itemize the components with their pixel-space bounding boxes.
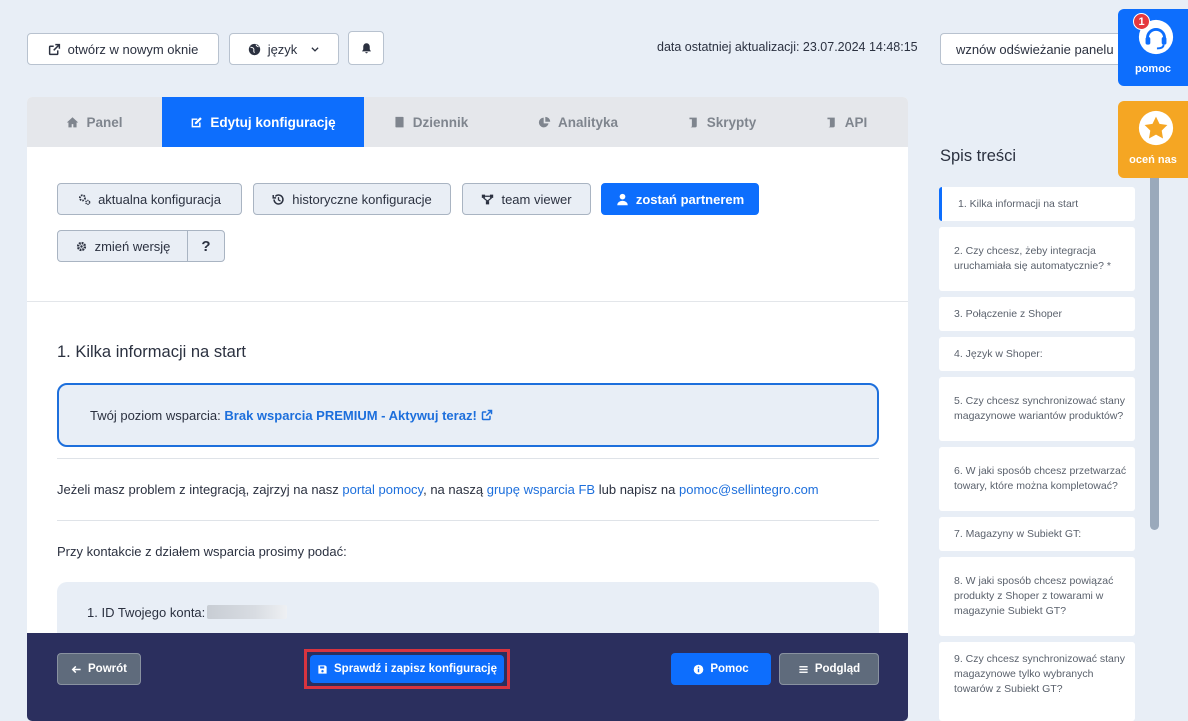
globe-icon xyxy=(248,43,260,55)
history-icon xyxy=(272,193,284,205)
toc-item[interactable]: 1. Kilka informacji na start xyxy=(939,187,1135,221)
rate-us-label: oceń nas xyxy=(1129,154,1177,166)
help-widget-label: pomoc xyxy=(1134,63,1172,75)
tab-label: API xyxy=(844,114,868,130)
tab-panel[interactable]: Panel xyxy=(27,97,162,147)
tab-edit-config[interactable]: Edytuj konfigurację xyxy=(162,97,364,147)
preview-label: Podgląd xyxy=(814,663,861,675)
home-icon xyxy=(67,116,79,127)
tab-scripts[interactable]: Skrypty xyxy=(659,97,784,147)
save-icon xyxy=(318,664,327,674)
back-label: Powrót xyxy=(88,663,127,675)
list-icon xyxy=(799,665,808,673)
change-version-label: zmień wersję xyxy=(94,238,171,254)
arrow-left-icon xyxy=(71,665,81,673)
bottom-action-bar: Powrót Sprawdź i zapisz konfigurację Pom… xyxy=(27,633,908,721)
tab-label: Dziennik xyxy=(412,114,469,130)
info-icon xyxy=(694,664,704,674)
last-update-text: data ostatniej aktualizacji: 23.07.2024 … xyxy=(657,40,918,54)
open-new-window-button[interactable]: otwórz w nowym oknie xyxy=(27,33,219,65)
main-tabs: Panel Edytuj konfigurację Dziennik Anali… xyxy=(27,97,908,147)
bell-icon xyxy=(361,42,371,53)
redacted-account-id xyxy=(207,605,288,619)
section-title: 1. Kilka informacji na start xyxy=(57,343,246,361)
toc-item[interactable]: 9. Czy chcesz synchronizować stany magaz… xyxy=(939,642,1135,721)
user-icon xyxy=(617,193,628,205)
current-config-button[interactable]: aktualna konfiguracja xyxy=(57,183,242,215)
support-level-label: Twój poziom wsparcia: xyxy=(90,407,221,423)
tab-label: Analityka xyxy=(557,114,619,130)
become-partner-button[interactable]: zostań partnerem xyxy=(601,183,759,215)
toc-title: Spis treści xyxy=(940,147,1017,165)
team-viewer-label: team viewer xyxy=(501,191,572,207)
pie-chart-icon xyxy=(538,116,551,127)
toc-item[interactable]: 6. W jaki sposób chcesz przetwarzać towa… xyxy=(939,447,1135,511)
list-item: 1. ID Twojego konta: xyxy=(87,605,288,620)
support-level-box: Twój poziom wsparcia: Brak wsparcia PREM… xyxy=(57,383,879,447)
toc-item[interactable]: 2. Czy chcesz, żeby integracja uruchamia… xyxy=(939,227,1135,291)
chevron-down-icon xyxy=(311,47,319,52)
historical-config-button[interactable]: historyczne konfiguracje xyxy=(253,183,451,215)
fb-group-link[interactable]: grupę wsparcia FB xyxy=(487,482,595,497)
external-link-icon xyxy=(481,409,493,421)
external-link-icon xyxy=(48,43,60,55)
scroll-icon xyxy=(689,117,697,127)
help-button[interactable]: Pomoc xyxy=(671,653,771,685)
help-label: Pomoc xyxy=(710,663,749,675)
toc-item[interactable]: 5. Czy chcesz synchronizować stany magaz… xyxy=(939,377,1135,441)
historical-config-label: historyczne konfiguracje xyxy=(292,191,432,207)
preview-button[interactable]: Podgląd xyxy=(779,653,879,685)
toc-item[interactable]: 3. Połączenie z Shoper xyxy=(939,297,1135,331)
rate-us-widget[interactable]: oceń nas xyxy=(1118,101,1188,178)
contact-paragraph: Przy kontakcie z działem wsparcia prosim… xyxy=(57,544,347,559)
config-card: Panel Edytuj konfigurację Dziennik Anali… xyxy=(27,97,908,721)
content-divider xyxy=(57,458,879,459)
question-mark-label: ? xyxy=(201,237,211,255)
back-button[interactable]: Powrót xyxy=(57,653,141,685)
open-new-window-label: otwórz w nowym oknie xyxy=(67,41,199,57)
language-label: język xyxy=(267,41,298,57)
save-config-button[interactable]: Sprawdź i zapisz konfigurację xyxy=(310,655,504,683)
language-select[interactable]: język xyxy=(229,33,339,65)
book-icon xyxy=(395,116,404,127)
table-of-contents: 1. Kilka informacji na start 2. Czy chce… xyxy=(939,187,1135,721)
problem-text-1: Jeżeli masz problem z integracją, zajrzy… xyxy=(57,482,339,497)
star-icon xyxy=(1138,110,1174,146)
notification-badge: 1 xyxy=(1133,13,1150,30)
tab-label: Skrypty xyxy=(706,114,757,130)
problem-text-2: , na naszą xyxy=(423,482,484,497)
tab-journal[interactable]: Dziennik xyxy=(364,97,497,147)
problem-paragraph: Jeżeli masz problem z integracją, zajrzy… xyxy=(57,482,819,497)
portal-link[interactable]: portal pomocy xyxy=(342,482,423,497)
current-config-label: aktualna konfiguracja xyxy=(98,191,221,207)
edit-icon xyxy=(191,116,203,127)
email-link[interactable]: pomoc@sellintegro.com xyxy=(679,482,819,497)
tab-analytics[interactable]: Analityka xyxy=(497,97,659,147)
toc-scrollbar[interactable] xyxy=(1150,150,1159,530)
toc-item[interactable]: 8. W jaki sposób chcesz powiązać produkt… xyxy=(939,557,1135,636)
problem-text-3: lub napisz na xyxy=(598,482,676,497)
scroll-icon xyxy=(827,117,835,127)
support-level-link[interactable]: Brak wsparcia PREMIUM - Aktywuj teraz! xyxy=(224,408,476,423)
change-version-button[interactable]: zmień wersję xyxy=(57,230,188,262)
team-viewer-button[interactable]: team viewer xyxy=(462,183,591,215)
tab-label: Edytuj konfigurację xyxy=(210,114,336,130)
toc-item[interactable]: 7. Magazyny w Subiekt GT: xyxy=(939,517,1135,551)
tab-label: Panel xyxy=(86,114,123,130)
network-icon xyxy=(482,194,494,204)
tab-api[interactable]: API xyxy=(784,97,908,147)
help-widget[interactable]: pomoc xyxy=(1118,9,1188,86)
toc-item[interactable]: 4. Język w Shoper: xyxy=(939,337,1135,371)
notifications-button[interactable] xyxy=(348,31,384,65)
resume-refresh-label: wznów odświeżanie panelu xyxy=(956,41,1114,57)
section-divider xyxy=(27,301,908,302)
resume-refresh-button[interactable]: wznów odświeżanie panelu xyxy=(940,33,1118,65)
gear-icon xyxy=(76,241,86,251)
version-help-button[interactable]: ? xyxy=(187,230,225,262)
become-partner-label: zostań partnerem xyxy=(635,191,745,207)
save-config-label: Sprawdź i zapisz konfigurację xyxy=(334,663,497,675)
content-divider xyxy=(57,520,879,521)
gears-icon xyxy=(79,193,91,205)
account-id-label: 1. ID Twojego konta: xyxy=(87,605,206,620)
